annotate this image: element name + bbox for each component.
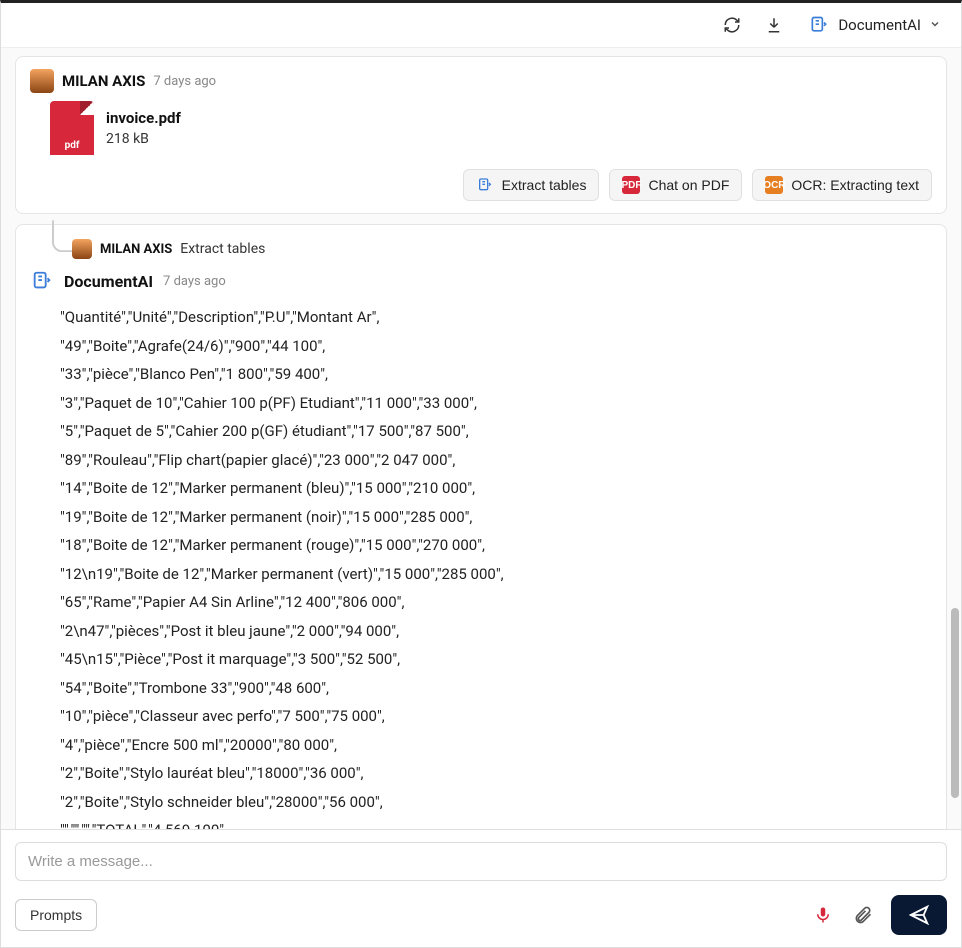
sender-name: MILAN AXIS <box>62 72 145 90</box>
bot-timestamp: 7 days ago <box>163 274 226 289</box>
paperclip-icon[interactable] <box>851 903 875 927</box>
table-row: "89","Rouleau","Flip chart(papier glacé)… <box>60 446 932 475</box>
model-icon <box>808 14 830 36</box>
pdf-icon: pdf <box>50 101 94 155</box>
prompts-button[interactable]: Prompts <box>15 899 97 931</box>
quote-sender: MILAN AXIS <box>100 242 172 257</box>
download-icon[interactable] <box>758 9 790 41</box>
table-row: "3","Paquet de 10","Cahier 100 p(PF) Etu… <box>60 389 932 418</box>
scrollbar-thumb[interactable] <box>951 608 959 798</box>
file-attachment[interactable]: pdf invoice.pdf 218 kB <box>50 101 932 155</box>
quoted-text: Extract tables <box>180 241 265 257</box>
table-row: "49","Boite","Agrafe(24/6)","900","44 10… <box>60 332 932 361</box>
file-size: 218 kB <box>106 131 181 147</box>
chat-pdf-button[interactable]: PDF Chat on PDF <box>609 169 742 201</box>
bot-body: "Quantité","Unité","Description","P.U","… <box>60 303 932 829</box>
table-row: "10","pièce","Classeur avec perfo","7 50… <box>60 702 932 731</box>
bot-icon <box>30 269 54 293</box>
table-row: "18","Boite de 12","Marker permanent (ro… <box>60 531 932 560</box>
refresh-icon[interactable] <box>716 9 748 41</box>
message-input[interactable] <box>15 842 947 881</box>
table-row: "19","Boite de 12","Marker permanent (no… <box>60 503 932 532</box>
top-toolbar: DocumentAI <box>1 3 961 48</box>
chevron-down-icon <box>929 18 941 33</box>
table-row: "14","Boite de 12","Marker permanent (bl… <box>60 474 932 503</box>
ocr-button[interactable]: OCR OCR: Extracting text <box>752 169 932 201</box>
table-row: "4","pièce","Encre 500 ml","20000","80 0… <box>60 731 932 760</box>
send-button[interactable] <box>891 895 947 935</box>
table-row: "12\n19","Boite de 12","Marker permanent… <box>60 560 932 589</box>
bot-name: DocumentAI <box>64 272 153 291</box>
table-row: "33","pièce","Blanco Pen","1 800","59 40… <box>60 360 932 389</box>
reply-quote: MILAN AXIS Extract tables <box>72 239 932 259</box>
message-timestamp: 7 days ago <box>153 74 216 89</box>
model-select[interactable]: DocumentAI <box>800 10 949 40</box>
table-row: "45\n15","Pièce","Post it marquage","3 5… <box>60 645 932 674</box>
chat-area: MILAN AXIS 7 days ago pdf invoice.pdf 21… <box>1 48 961 829</box>
table-row: "5","Paquet de 5","Cahier 200 p(GF) étud… <box>60 417 932 446</box>
extract-tables-button[interactable]: Extract tables <box>463 169 600 201</box>
quote-avatar <box>72 239 92 259</box>
user-message: MILAN AXIS 7 days ago pdf invoice.pdf 21… <box>15 56 947 214</box>
pdf-badge-icon: PDF <box>622 176 640 194</box>
bot-reply: MILAN AXIS Extract tables DocumentAI 7 d… <box>15 224 947 829</box>
microphone-icon[interactable] <box>811 903 835 927</box>
table-row: "2\n47","pièces","Post it bleu jaune","2… <box>60 617 932 646</box>
table-row: "54","Boite","Trombone 33","900","48 600… <box>60 674 932 703</box>
file-name: invoice.pdf <box>106 109 181 127</box>
user-avatar <box>30 69 54 93</box>
table-row: "65","Rame","Papier A4 Sin Arline","12 4… <box>60 588 932 617</box>
model-name: DocumentAI <box>838 16 921 34</box>
table-row: "Quantité","Unité","Description","P.U","… <box>60 303 932 332</box>
table-row: "","","","TOTAL","4 569 100", <box>60 816 932 829</box>
composer: Prompts <box>1 829 961 947</box>
table-icon <box>476 176 494 194</box>
table-row: "2","Boite","Stylo lauréat bleu","18000"… <box>60 759 932 788</box>
ocr-icon: OCR <box>765 176 783 194</box>
table-row: "2","Boite","Stylo schneider bleu","2800… <box>60 788 932 817</box>
